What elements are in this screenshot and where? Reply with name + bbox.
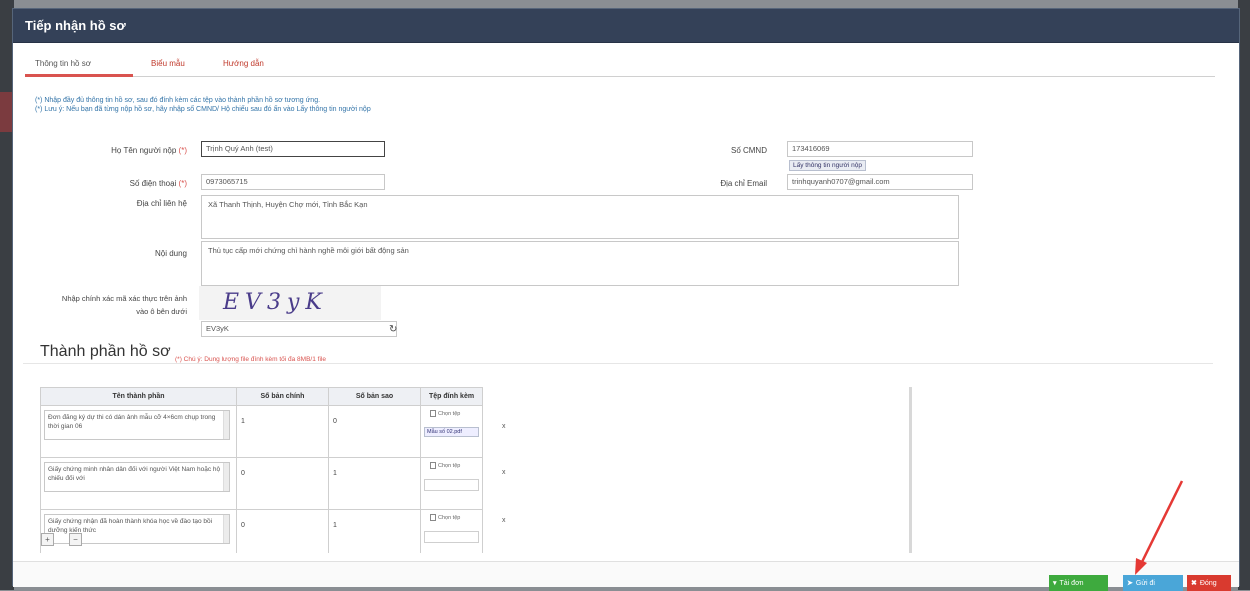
tab-dossier-info[interactable]: Thông tin hồ sơ <box>35 59 91 68</box>
download-form-button[interactable]: ▾ Tải đơn <box>1049 575 1108 591</box>
remove-row-icon[interactable]: x <box>502 469 506 476</box>
file-icon <box>430 410 436 417</box>
modal-header: Tiếp nhận hồ sơ <box>13 9 1239 43</box>
tab-templates[interactable]: Biểu mẫu <box>151 59 185 68</box>
notice-line-1: (*) Nhập đầy đủ thông tin hồ sơ, sau đó … <box>35 97 321 104</box>
modal-footer: ▾ Tải đơn ➤ Gửi đi ✖ Đóng <box>13 561 1239 591</box>
table-row: Đơn đăng ký dự thi có dán ảnh mẫu cỡ 4×6… <box>40 405 483 458</box>
col-header-originals: Số bản chính <box>236 387 329 406</box>
captcha-image-text: EV3yK <box>223 290 328 315</box>
fullname-label: Họ Tên người nộp (*) <box>111 146 187 155</box>
table-row: Giấy chứng nhận đã hoàn thành khóa học v… <box>40 509 483 553</box>
component-name-field[interactable]: Đơn đăng ký dự thi có dán ảnh mẫu cỡ 4×6… <box>44 410 230 440</box>
original-count[interactable]: 0 <box>236 509 329 553</box>
copy-count[interactable]: 1 <box>328 509 421 553</box>
address-textarea[interactable]: Xã Thanh Thịnh, Huyện Chợ mới, Tỉnh Bắc … <box>201 195 959 239</box>
download-icon: ▾ <box>1053 580 1057 587</box>
col-header-copies: Số bản sao <box>328 387 421 406</box>
col-header-attachment: Tệp đính kèm <box>420 387 483 406</box>
choose-file-button[interactable]: Chọn tệp <box>430 410 479 417</box>
field-scrollbar[interactable] <box>223 515 229 543</box>
document-components-area: Tên thành phần Số bản chính Số bản sao T… <box>40 387 912 553</box>
choose-file-button[interactable]: Chọn tệp <box>430 514 479 521</box>
modal-title: Tiếp nhận hồ sơ <box>25 18 126 33</box>
field-scrollbar[interactable] <box>223 463 229 491</box>
send-icon: ➤ <box>1127 580 1133 587</box>
content-textarea[interactable]: Thủ tục cấp mới chứng chỉ hành nghề môi … <box>201 241 959 286</box>
document-components-table: Tên thành phần Số bản chính Số bản sao T… <box>40 387 483 553</box>
address-label: Địa chỉ liên hệ <box>136 199 187 208</box>
close-button[interactable]: ✖ Đóng <box>1187 575 1231 591</box>
cmnd-label: Số CMND <box>730 146 767 155</box>
choose-file-button[interactable]: Chọn tệp <box>430 462 479 469</box>
receive-dossier-modal: Tiếp nhận hồ sơ Thông tin hồ sơ Biểu mẫu… <box>12 8 1240 591</box>
send-button[interactable]: ➤ Gửi đi <box>1123 575 1183 591</box>
file-name-box <box>424 531 479 543</box>
file-icon <box>430 462 436 469</box>
captcha-input[interactable]: EV3yK <box>201 321 397 337</box>
remove-row-icon[interactable]: x <box>502 423 506 430</box>
original-count[interactable]: 0 <box>236 457 329 510</box>
component-name-field[interactable]: Giấy chứng minh nhân dân đối với người V… <box>44 462 230 492</box>
section-title: Thành phần hồ sơ <box>40 343 171 360</box>
table-row: Giấy chứng minh nhân dân đối với người V… <box>40 457 483 510</box>
section-note: (*) Chú ý: Dung lượng file đính kèm tối … <box>175 356 326 363</box>
sample-file-link[interactable]: Mẫu số 02.pdf <box>424 427 479 437</box>
file-icon <box>430 514 436 521</box>
phone-label: Số điện thoại (*) <box>129 179 187 188</box>
fullname-input[interactable]: Trịnh Quý Anh (test) <box>201 141 385 157</box>
file-name-box <box>424 479 479 491</box>
email-input[interactable]: trinhquyanh0707@gmail.com <box>787 174 973 190</box>
close-icon: ✖ <box>1191 580 1197 587</box>
cmnd-input[interactable]: 173416069 <box>787 141 973 157</box>
remove-row-tool-icon[interactable]: − <box>69 533 82 546</box>
copy-count[interactable]: 1 <box>328 457 421 510</box>
col-header-name: Tên thành phần <box>40 387 237 406</box>
email-label: Địa chỉ Email <box>720 179 767 188</box>
copy-count[interactable]: 0 <box>328 405 421 458</box>
phone-input[interactable]: 0973065715 <box>201 174 385 190</box>
remove-row-icon[interactable]: x <box>502 517 506 524</box>
content-label: Nội dung <box>154 249 187 258</box>
tab-active-indicator <box>25 74 133 77</box>
notice-line-2: (*) Lưu ý: Nếu bạn đã từng nộp hồ sơ, hã… <box>35 106 371 113</box>
captcha-label: Nhập chính xác mã xác thực trên ảnh vào … <box>61 294 187 316</box>
section-divider <box>23 363 1213 364</box>
table-header-row: Tên thành phần Số bản chính Số bản sao T… <box>40 387 483 406</box>
get-submitter-info-button[interactable]: Lấy thông tin người nộp <box>789 160 866 171</box>
tab-bar: Thông tin hồ sơ Biểu mẫu Hướng dẫn <box>25 53 1215 77</box>
refresh-captcha-icon[interactable]: ↻ <box>389 324 397 335</box>
field-scrollbar[interactable] <box>223 411 229 439</box>
add-row-icon[interactable]: + <box>41 533 54 546</box>
captcha-image: EV3yK <box>199 286 381 320</box>
tab-guide[interactable]: Hướng dẫn <box>223 59 264 68</box>
original-count[interactable]: 1 <box>236 405 329 458</box>
